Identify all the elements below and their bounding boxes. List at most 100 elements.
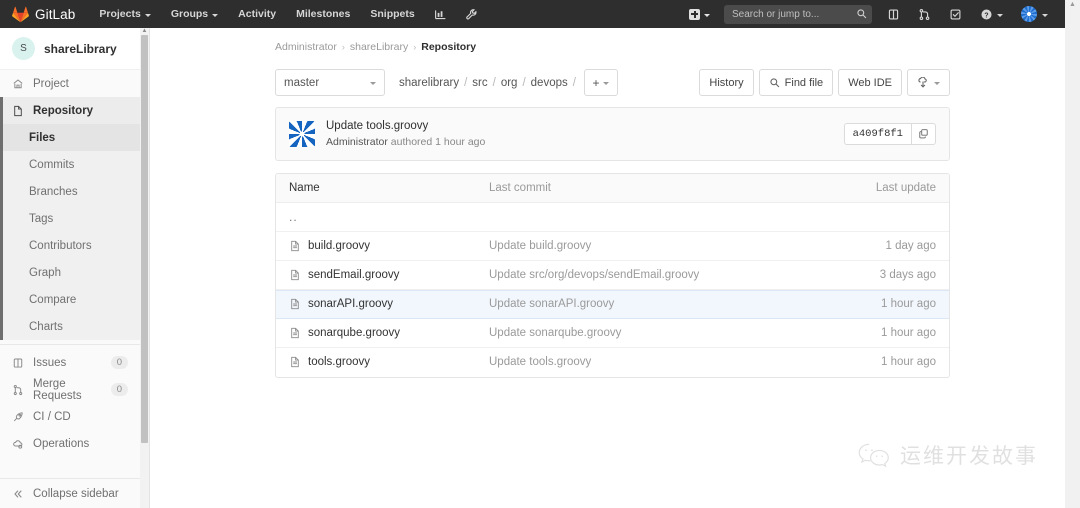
file-last-commit[interactable]: Update build.groovy — [489, 240, 844, 252]
table-row[interactable]: build.groovy Update build.groovy 1 day a… — [276, 232, 949, 261]
gitlab-brand-name: GitLab — [35, 7, 75, 22]
sidebar-item-label: Repository — [33, 105, 128, 117]
sidebar-repository-submenu: Files Commits Branches Tags Contributors… — [0, 124, 140, 340]
path-segment-org[interactable]: org — [501, 77, 518, 89]
file-last-update: 3 days ago — [844, 269, 936, 281]
nav-item-activity[interactable]: Activity — [228, 0, 286, 28]
scroll-up-arrow-icon[interactable]: ▲ — [1065, 1, 1080, 8]
column-header-last-commit: Last commit — [489, 182, 844, 194]
file-name-cell[interactable]: build.groovy — [289, 240, 489, 252]
collapse-sidebar-label: Collapse sidebar — [33, 488, 119, 500]
sidebar-item-ci-cd[interactable]: CI / CD — [0, 403, 140, 430]
sidebar-scrollbar-thumb[interactable] — [141, 35, 148, 443]
sidebar-item-operations[interactable]: Operations — [0, 430, 140, 457]
path-segment-devops[interactable]: devops — [531, 77, 568, 89]
file-last-commit[interactable]: Update sonarAPI.groovy — [489, 298, 844, 310]
table-row[interactable]: tools.groovy Update tools.groovy 1 hour … — [276, 348, 949, 377]
top-navbar: GitLab Projects Groups Activity Mileston… — [0, 0, 1065, 28]
file-name-cell[interactable]: sendEmail.groovy — [289, 269, 489, 281]
table-row[interactable]: sonarAPI.groovy Update sonarAPI.groovy 1… — [276, 290, 949, 319]
column-header-name: Name — [289, 182, 489, 194]
merge-requests-icon[interactable] — [909, 0, 940, 28]
path-separator: / — [522, 77, 525, 89]
global-search[interactable] — [724, 5, 872, 24]
sidebar-item-project[interactable]: Project — [0, 70, 140, 97]
chevron-down-icon — [603, 82, 609, 85]
commit-time: 1 hour ago — [435, 136, 485, 148]
project-avatar: S — [12, 37, 35, 60]
commit-row: Update tools.groovy Administrator author… — [276, 108, 949, 160]
sidebar-item-files[interactable]: Files — [3, 124, 140, 151]
sidebar-item-compare[interactable]: Compare — [3, 286, 140, 313]
chevron-down-icon — [212, 14, 218, 17]
commit-message[interactable]: Update tools.groovy — [326, 118, 485, 135]
commit-sha[interactable]: a409f8f1 — [845, 124, 911, 144]
issues-icon[interactable] — [878, 0, 909, 28]
download-clone-button[interactable] — [907, 69, 950, 96]
column-header-last-update: Last update — [844, 182, 936, 194]
sidebar-item-contributors[interactable]: Contributors — [3, 232, 140, 259]
file-name-cell[interactable]: sonarAPI.groovy — [289, 298, 489, 310]
add-to-tree-button[interactable]: + — [584, 69, 618, 96]
find-file-button[interactable]: Find file — [759, 69, 834, 96]
file-name-cell[interactable]: sonarqube.groovy — [289, 327, 489, 339]
sidebar-item-tags[interactable]: Tags — [3, 205, 140, 232]
table-row[interactable]: sendEmail.groovy Update src/org/devops/s… — [276, 261, 949, 290]
sidebar-item-merge-requests[interactable]: Merge Requests 0 — [0, 376, 140, 403]
file-last-update: 1 hour ago — [844, 327, 936, 339]
table-row[interactable]: sonarqube.groovy Update sonarqube.groovy… — [276, 319, 949, 348]
branch-selector[interactable]: master — [275, 69, 385, 96]
parent-directory-row[interactable]: .. — [276, 203, 949, 232]
sidebar-item-label: Merge Requests — [33, 378, 102, 402]
nav-item-snippets[interactable]: Snippets — [360, 0, 424, 28]
file-name: build.groovy — [308, 240, 370, 252]
history-button[interactable]: History — [699, 69, 753, 96]
sidebar-item-charts[interactable]: Charts — [3, 313, 140, 340]
sidebar-divider — [0, 344, 140, 345]
wrench-icon[interactable] — [456, 0, 487, 28]
file-last-commit[interactable]: Update sonarqube.groovy — [489, 327, 844, 339]
breadcrumb-sharelibrary[interactable]: shareLibrary — [350, 41, 408, 53]
todos-icon[interactable] — [940, 0, 971, 28]
nav-item-projects[interactable]: Projects — [89, 0, 160, 28]
history-button-label: History — [709, 77, 743, 89]
nav-item-milestones[interactable]: Milestones — [286, 0, 360, 28]
chevron-down-icon — [997, 14, 1003, 17]
scroll-up-arrow-icon[interactable]: ▲ — [142, 28, 148, 35]
breadcrumb-administrator[interactable]: Administrator — [275, 41, 337, 53]
file-last-update: 1 hour ago — [844, 298, 936, 310]
new-item-dropdown[interactable] — [681, 9, 718, 20]
sidebar-scrollbar[interactable]: ▲ — [140, 28, 149, 508]
web-ide-button[interactable]: Web IDE — [838, 69, 902, 96]
parent-directory-link[interactable]: .. — [289, 210, 489, 224]
sidebar-item-repository[interactable]: Repository — [0, 97, 140, 124]
search-input[interactable] — [730, 8, 854, 21]
page-scrollbar[interactable]: ▲ — [1065, 0, 1080, 508]
repository-toolbar: master sharelibrary / src / org / devops… — [275, 69, 950, 96]
path-segment-sharelibrary[interactable]: sharelibrary — [399, 77, 459, 89]
sidebar: S shareLibrary Project Repository — [0, 28, 150, 508]
gitlab-logo-link[interactable]: GitLab — [12, 6, 75, 23]
sidebar-item-label: Issues — [33, 357, 102, 369]
sidebar-item-commits[interactable]: Commits — [3, 151, 140, 178]
collapse-sidebar-button[interactable]: Collapse sidebar — [0, 478, 140, 508]
chevron-down-icon — [145, 14, 151, 17]
path-segment-src[interactable]: src — [472, 77, 487, 89]
sidebar-item-graph[interactable]: Graph — [3, 259, 140, 286]
copy-icon[interactable] — [911, 124, 935, 144]
chevron-double-left-icon — [12, 488, 24, 500]
commit-author[interactable]: Administrator — [326, 136, 388, 148]
chart-icon[interactable] — [425, 0, 456, 28]
file-last-commit[interactable]: Update tools.groovy — [489, 356, 844, 368]
nav-item-groups[interactable]: Groups — [161, 0, 228, 28]
file-name: sonarqube.groovy — [308, 327, 400, 339]
user-menu[interactable] — [1012, 0, 1057, 28]
breadcrumb-repository[interactable]: Repository — [421, 41, 476, 53]
file-last-commit[interactable]: Update src/org/devops/sendEmail.groovy — [489, 269, 844, 281]
file-name-cell[interactable]: tools.groovy — [289, 356, 489, 368]
help-icon[interactable]: ? — [971, 0, 1012, 28]
sidebar-item-issues[interactable]: Issues 0 — [0, 349, 140, 376]
main-content: Administrator › shareLibrary › Repositor… — [150, 28, 1065, 508]
sidebar-item-branches[interactable]: Branches — [3, 178, 140, 205]
sidebar-project-header[interactable]: S shareLibrary — [0, 28, 140, 70]
